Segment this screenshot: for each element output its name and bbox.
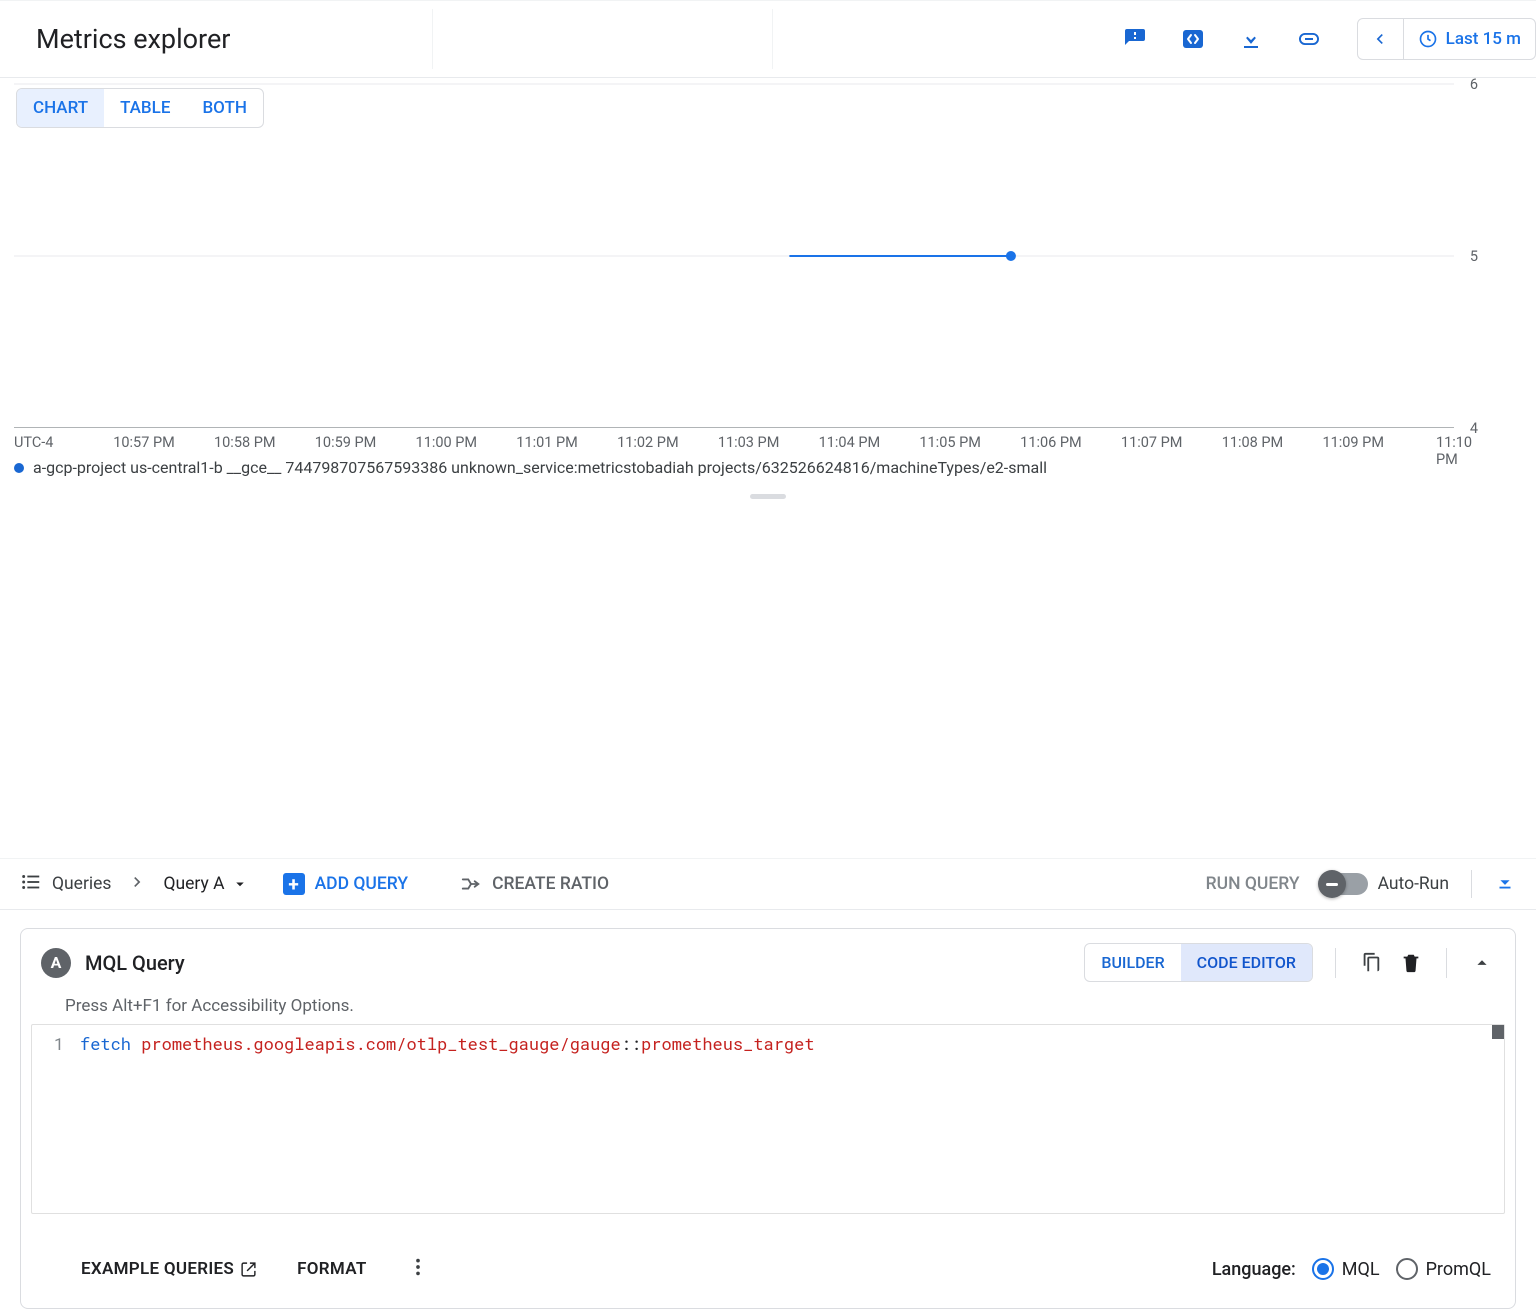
panel-footer: EXAMPLE QUERIES FORMAT Language: MQL Pro…	[21, 1246, 1515, 1308]
divider	[1335, 948, 1336, 978]
active-query-label: Query A	[163, 874, 224, 894]
resize-handle[interactable]	[750, 494, 786, 499]
page-title: Metrics explorer	[36, 23, 230, 55]
time-prev-button[interactable]	[1358, 19, 1404, 59]
chart-xtick: 11:02 PM	[617, 434, 679, 451]
collapse-panel-icon[interactable]	[1494, 872, 1518, 896]
line-number: 1	[32, 1031, 74, 1057]
chart-xtick: 11:10 PM	[1436, 434, 1472, 468]
tab-both[interactable]: BOTH	[186, 89, 262, 127]
lang-promql-radio[interactable]: PromQL	[1396, 1258, 1491, 1280]
time-range-label: Last 15 m	[1446, 29, 1521, 49]
editor-mode-segment: BUILDER CODE EDITOR	[1084, 943, 1313, 982]
add-query-button[interactable]: + ADD QUERY	[283, 873, 409, 895]
chart-ytick: 4	[1470, 420, 1478, 437]
code-editor[interactable]: 1 fetch prometheus.googleapis.com/otlp_t…	[31, 1024, 1505, 1214]
switch-icon	[1322, 873, 1368, 895]
mode-builder[interactable]: BUILDER	[1085, 944, 1180, 981]
radio-icon	[1312, 1258, 1334, 1280]
collapse-query-icon[interactable]	[1469, 950, 1495, 976]
chevron-right-icon	[127, 872, 147, 896]
chart-xtick: 10:59 PM	[315, 434, 377, 451]
example-queries-button[interactable]: EXAMPLE QUERIES	[81, 1259, 257, 1279]
create-ratio-label: CREATE RATIO	[492, 874, 609, 894]
chart-xtick: 11:08 PM	[1222, 434, 1284, 451]
open-in-new-icon	[240, 1261, 257, 1278]
queries-label: Queries	[52, 874, 111, 894]
code-icon[interactable]	[1181, 27, 1205, 51]
time-range-control: Last 15 m	[1357, 18, 1536, 60]
active-query-dropdown[interactable]: Query A	[163, 874, 248, 894]
radio-icon	[1396, 1258, 1418, 1280]
divider	[432, 9, 433, 69]
editor-area: A MQL Query BUILDER CODE EDITOR	[0, 910, 1536, 1309]
time-range-button[interactable]: Last 15 m	[1404, 29, 1535, 49]
panel-title: MQL Query	[85, 951, 185, 975]
format-button[interactable]: FORMAT	[297, 1259, 366, 1279]
chart-legend[interactable]: a-gcp-project us-central1-b __gce__ 7447…	[14, 458, 1047, 477]
code-line: fetch prometheus.googleapis.com/otlp_tes…	[80, 1031, 1504, 1057]
query-toolbar: Queries Query A + ADD QUERY CREATE RATIO…	[0, 858, 1536, 910]
chart-zone: CHART TABLE BOTH UTC-4 10:57 PM10:58 PM1…	[0, 78, 1536, 428]
example-queries-label: EXAMPLE QUERIES	[81, 1259, 234, 1279]
mode-code-editor[interactable]: CODE EDITOR	[1181, 944, 1312, 981]
list-icon	[20, 871, 42, 898]
divider	[1446, 948, 1447, 978]
top-header: Metrics explorer Last 15 m	[0, 0, 1536, 78]
add-query-label: ADD QUERY	[315, 874, 409, 894]
chart-xtick: 11:01 PM	[516, 434, 578, 451]
legend-color-dot	[14, 463, 24, 473]
autorun-label: Auto-Run	[1378, 874, 1449, 894]
language-group: Language: MQL PromQL	[1212, 1258, 1491, 1280]
lang-mql-radio[interactable]: MQL	[1312, 1258, 1380, 1280]
chart-xtick: 11:03 PM	[718, 434, 780, 451]
copy-icon[interactable]	[1358, 950, 1384, 976]
feedback-icon[interactable]	[1123, 27, 1147, 51]
lang-promql-label: PromQL	[1426, 1259, 1491, 1280]
download-icon[interactable]	[1239, 27, 1263, 51]
query-badge: A	[41, 948, 71, 978]
chart-ytick: 5	[1470, 248, 1478, 265]
divider	[772, 9, 773, 69]
chart-xtick: 11:04 PM	[819, 434, 881, 451]
header-actions: Last 15 m	[1123, 18, 1536, 60]
autorun-toggle[interactable]: Auto-Run	[1322, 873, 1449, 895]
tab-table[interactable]: TABLE	[104, 89, 186, 127]
chart-xtick: 11:07 PM	[1121, 434, 1183, 451]
chart-xticks: 10:57 PM 10:58 PM 10:59 PM 11:00 PM 11:01 PM…	[14, 434, 1462, 456]
chart-xtick: 11:00 PM	[416, 434, 478, 451]
language-label: Language:	[1212, 1259, 1296, 1280]
divider	[1471, 870, 1472, 898]
merge-icon	[460, 873, 482, 895]
delete-icon[interactable]	[1398, 950, 1424, 976]
chart-ytick: 6	[1470, 76, 1478, 93]
caret-down-icon	[231, 875, 249, 893]
a11y-hint: Press Alt+F1 for Accessibility Options.	[21, 996, 1515, 1024]
link-icon[interactable]	[1297, 27, 1321, 51]
create-ratio-button[interactable]: CREATE RATIO	[460, 873, 609, 895]
tab-chart[interactable]: CHART	[17, 89, 104, 127]
more-vert-icon[interactable]	[407, 1256, 429, 1282]
chart-canvas[interactable]	[0, 78, 1536, 428]
chart-xtick: 10:58 PM	[214, 434, 276, 451]
run-query-button[interactable]: RUN QUERY	[1206, 874, 1300, 894]
legend-text: a-gcp-project us-central1-b __gce__ 7447…	[33, 458, 1047, 477]
panel-header: A MQL Query BUILDER CODE EDITOR	[21, 929, 1515, 996]
plus-icon: +	[283, 873, 305, 895]
scrollbar-thumb[interactable]	[1492, 1025, 1504, 1039]
chart-xtick: 11:09 PM	[1322, 434, 1384, 451]
chart-xtick: 11:06 PM	[1020, 434, 1082, 451]
queries-breadcrumb[interactable]: Queries	[20, 871, 111, 898]
chart-xtick: 10:57 PM	[113, 434, 175, 451]
view-tabs: CHART TABLE BOTH	[16, 88, 264, 128]
chart-xtick: 11:05 PM	[919, 434, 981, 451]
lang-mql-label: MQL	[1342, 1259, 1380, 1280]
query-editor-panel: A MQL Query BUILDER CODE EDITOR	[20, 928, 1516, 1309]
